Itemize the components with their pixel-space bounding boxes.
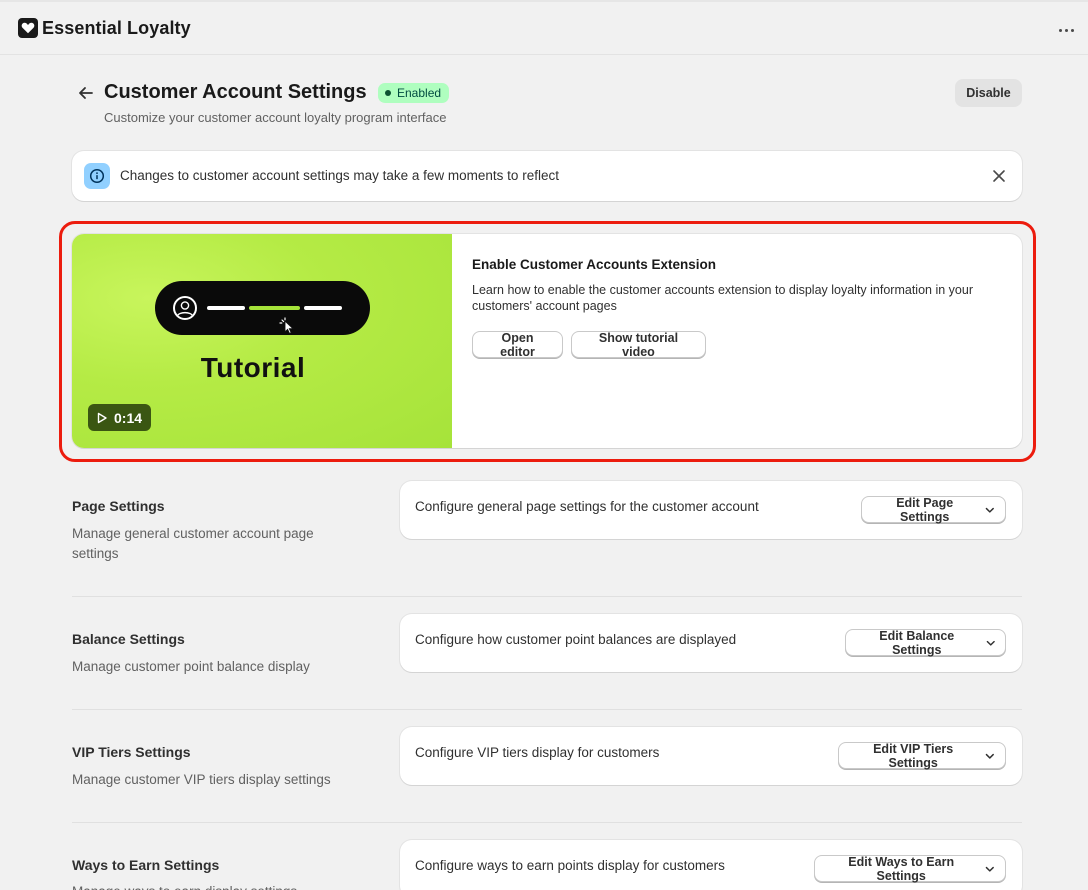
balance-settings-card: Configure how customer point balances ar…	[400, 614, 1022, 672]
progress-segment-active	[249, 306, 300, 310]
section-divider	[72, 822, 1022, 823]
tutorial-thumbnail[interactable]: Tutorial 0:14	[72, 234, 452, 448]
card-text: Configure how customer point balances ar…	[415, 632, 737, 647]
video-duration-badge: 0:14	[88, 404, 152, 431]
section-desc-ways-to-earn-settings: Manage ways to earn display settings	[72, 882, 362, 890]
section-title-ways-to-earn-settings: Ways to Earn Settings	[72, 857, 220, 873]
section-title-vip-tiers-settings: VIP Tiers Settings	[72, 744, 191, 760]
section-divider	[72, 596, 1022, 597]
disable-button[interactable]: Disable	[955, 79, 1022, 107]
tutorial-heading: Enable Customer Accounts Extension	[472, 257, 717, 272]
banner-message: Changes to customer account settings may…	[120, 168, 559, 183]
button-label: Edit Page Settings	[896, 495, 954, 524]
section-desc-vip-tiers-settings: Manage customer VIP tiers display settin…	[72, 772, 331, 787]
card-text: Configure general page settings for the …	[415, 499, 759, 514]
section-title-page-settings: Page Settings	[72, 498, 165, 514]
close-icon[interactable]	[991, 168, 1007, 184]
progress-segment	[207, 306, 245, 310]
status-dot-icon	[385, 90, 391, 96]
section-title-balance-settings: Balance Settings	[72, 631, 185, 647]
page-title: Customer Account Settings	[104, 81, 367, 103]
button-label: Edit Ways to Earn Settings	[848, 854, 955, 883]
status-badge: Enabled	[378, 83, 450, 103]
tutorial-description: Learn how to enable the customer account…	[472, 283, 973, 313]
show-tutorial-video-button[interactable]: Show tutorial video	[571, 331, 706, 359]
progress-illustration	[155, 281, 370, 335]
edit-vip-tiers-settings-button[interactable]: Edit VIP Tiers Settings	[838, 741, 1006, 770]
chevron-down-icon	[986, 507, 995, 513]
chevron-down-icon	[986, 866, 995, 872]
cursor-click-icon	[279, 317, 295, 335]
open-editor-button[interactable]: Open editor	[472, 331, 563, 359]
edit-ways-to-earn-settings-button[interactable]: Edit Ways to Earn Settings	[814, 854, 1006, 883]
section-divider	[72, 709, 1022, 710]
card-text: Configure ways to earn points display fo…	[415, 858, 725, 873]
ways-to-earn-settings-card: Configure ways to earn points display fo…	[400, 840, 1022, 890]
status-badge-label: Enabled	[397, 86, 442, 100]
button-label: Edit Balance Settings	[879, 628, 955, 657]
thumbnail-label: Tutorial	[200, 352, 306, 383]
section-desc-page-settings: Manage general customer account page set…	[72, 526, 314, 561]
video-duration: 0:14	[114, 409, 143, 426]
progress-segment	[304, 306, 342, 310]
user-avatar-icon	[173, 296, 197, 320]
edit-balance-settings-button[interactable]: Edit Balance Settings	[845, 628, 1006, 657]
more-actions-icon[interactable]	[1055, 20, 1077, 40]
card-text: Configure VIP tiers display for customer…	[415, 745, 660, 760]
page-settings-card: Configure general page settings for the …	[400, 481, 1022, 539]
tutorial-card: Tutorial 0:14 Enable Customer Accounts E…	[72, 234, 1022, 448]
button-label: Edit VIP Tiers Settings	[873, 741, 954, 770]
chevron-down-icon	[986, 753, 995, 759]
back-arrow-icon[interactable]	[76, 83, 96, 103]
info-icon	[84, 163, 110, 189]
info-banner: Changes to customer account settings may…	[72, 151, 1022, 201]
app-title: Essential Loyalty	[42, 18, 191, 38]
section-desc-balance-settings: Manage customer point balance display	[72, 659, 310, 674]
edit-page-settings-button[interactable]: Edit Page Settings	[861, 495, 1006, 524]
app-top-bar: Essential Loyalty	[0, 0, 1088, 55]
vip-tiers-settings-card: Configure VIP tiers display for customer…	[400, 727, 1022, 785]
heart-logo-icon	[18, 18, 38, 38]
play-icon	[97, 412, 107, 423]
chevron-down-icon	[986, 640, 995, 646]
page-subtitle: Customize your customer account loyalty …	[104, 110, 447, 125]
